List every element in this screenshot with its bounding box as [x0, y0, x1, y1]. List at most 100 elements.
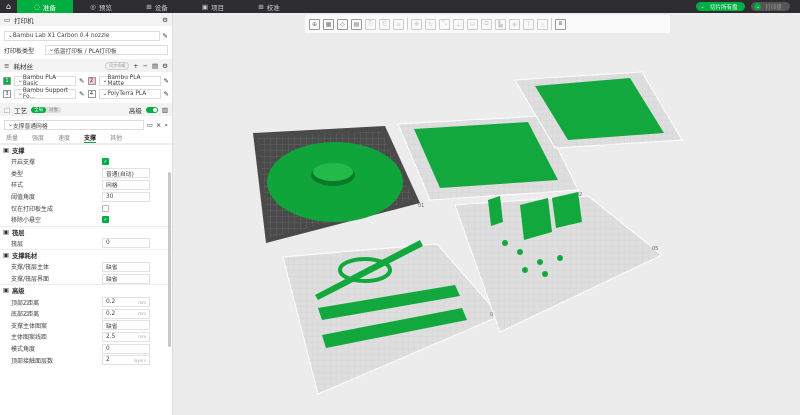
chevron-down-icon[interactable]: ⌄ — [754, 3, 762, 10]
tab-project[interactable]: ▣ 项目 — [185, 0, 241, 13]
support-icon: ▣ — [3, 147, 9, 154]
canvas-toolbar: ⊕ ▦ ◇ ▤ ⎘ ⎗ ≡ ✥ ↻ ⤡ ⏚ ⊟ ⧉ ▙ ◈ T ◬ ⧈ — [305, 15, 670, 33]
printer-icon: ▭ — [4, 15, 11, 24]
param-row: 顶部接触面层数 2 layers — [0, 354, 172, 366]
param-input[interactable]: 普通(自动) — [102, 168, 150, 179]
settings-icon[interactable]: ⚙ — [162, 16, 168, 24]
filament-item[interactable]: 3 ⌄ Bambu Support Fo... ✎ — [3, 88, 85, 100]
copy-icon[interactable]: ⎘ — [365, 18, 376, 30]
tab-calibrate[interactable]: ⊞ 校准 — [241, 0, 297, 13]
advanced-icon: ▣ — [3, 287, 9, 295]
lay-on-face-icon[interactable]: ⏚ — [453, 18, 464, 30]
group-header: ▣ 筏层 — [0, 225, 172, 238]
auto-orient-icon[interactable]: ◇ — [337, 18, 348, 30]
param-checkbox[interactable]: ✓ — [102, 158, 109, 166]
top-bar: ⌂ ◌ 准备 ◎ 预览 ⊞ 设备 ▣ 项目 ⊞ 校准 ⌄ 切片所有盘 ⌄ 打印盘 — [0, 0, 800, 13]
paste-icon[interactable]: ⎗ — [379, 18, 390, 30]
add-plate-icon[interactable]: ▦ — [323, 18, 334, 30]
left-panel-scrollbar[interactable] — [168, 172, 171, 347]
printer-select[interactable]: ⌄ Bambu Lab X1 Carbon 0.4 nozzle — [4, 31, 160, 41]
tab-preview[interactable]: ◎ 预览 — [73, 0, 129, 13]
param-input[interactable]: 0 — [102, 343, 150, 354]
group-header: ▣ 高级 — [0, 284, 172, 296]
edit-icon[interactable]: ✎ — [79, 90, 84, 98]
filament-icon: ≡ — [4, 61, 10, 70]
seam-paint-icon[interactable]: ◈ — [509, 18, 520, 30]
save-icon[interactable]: ▭ — [147, 121, 153, 129]
plate-04[interactable]: 04 — [282, 240, 501, 395]
device-icon: ⊞ — [146, 2, 152, 11]
sync-button[interactable]: 同步喷嘴 — [105, 61, 130, 70]
param-input[interactable]: 2.5 mm — [102, 331, 150, 342]
plate-number: 01 — [418, 203, 424, 209]
print-plate-button[interactable]: ⌄ 打印盘 — [751, 2, 790, 11]
param-input[interactable]: 缺省 — [102, 261, 150, 272]
param-row: 顶部Z距离 0.2 mm — [0, 296, 172, 308]
param-input[interactable]: 2 layers — [102, 355, 150, 366]
close-icon[interactable]: × — [156, 121, 161, 129]
color-paint-icon[interactable]: ◬ — [537, 18, 548, 30]
compare-icon[interactable]: ▥ — [162, 106, 168, 114]
tab-others[interactable]: 其他 — [110, 133, 122, 142]
cube-icon: ◌ — [34, 2, 40, 11]
left-panel: ▭ 打印机 ⚙ ⌄ Bambu Lab X1 Carbon 0.4 nozzle ✎ … — [0, 13, 173, 415]
param-checkbox[interactable] — [102, 204, 109, 212]
settings-icon[interactable]: ⚙ — [162, 62, 168, 70]
tab-support[interactable]: 支撑 — [84, 133, 97, 143]
support-paint-icon[interactable]: ▙ — [495, 18, 506, 30]
advanced-toggle[interactable] — [145, 106, 158, 113]
param-row: 开启支撑 ✓ — [11, 158, 109, 167]
home-icon[interactable]: ⌂ — [0, 0, 17, 13]
param-input[interactable]: 缺省 — [102, 320, 150, 331]
assembly-view-icon[interactable]: ⧈ — [555, 18, 566, 30]
remove-icon[interactable]: − — [143, 62, 148, 70]
param-input[interactable]: 缺省 — [102, 273, 150, 284]
param-input[interactable]: 30 — [102, 191, 150, 202]
add-object-icon[interactable]: ⊕ — [309, 18, 320, 30]
edit-icon[interactable]: ✎ — [79, 77, 84, 85]
edit-icon[interactable]: ✎ — [164, 90, 169, 98]
add-icon[interactable]: + — [133, 62, 138, 70]
param-row: 支撑/筏层界面 缺省 — [0, 273, 172, 285]
scale-icon[interactable]: ⤡ — [439, 18, 450, 30]
param-input[interactable]: 0 — [102, 238, 150, 249]
param-input[interactable]: 网格 — [102, 179, 150, 190]
tab-speed[interactable]: 速度 — [58, 133, 70, 142]
param-input[interactable]: 0.2 mm — [102, 297, 150, 308]
chevron-down-icon[interactable]: ⌄ — [698, 3, 706, 10]
filament-item[interactable]: 4 ⌄ PolyTerra PLA ✎ — [87, 88, 169, 99]
plate-01[interactable]: 01 — [253, 126, 424, 243]
cut-icon[interactable]: ⊟ — [467, 18, 478, 30]
edit-icon[interactable]: ✎ — [163, 32, 168, 40]
printer-section-header: ▭ 打印机 ⚙ — [0, 13, 172, 26]
param-row: 阈值角度 30 — [0, 191, 172, 203]
param-row: 支撑主体图案 缺省 — [0, 320, 172, 332]
global-object-toggle[interactable]: 全局 对象 — [31, 106, 62, 113]
boolean-icon[interactable]: ⧉ — [481, 18, 492, 30]
text-icon[interactable]: T — [523, 18, 534, 30]
param-row: 筏层 0 — [0, 238, 172, 250]
tab-device[interactable]: ⊞ 设备 — [129, 0, 185, 13]
process-preset-select[interactable]: ⌄ 支撑普通网格 — [4, 120, 144, 130]
process-section-header: ⬚ 工艺 全局 对象 高级 ▥ — [0, 103, 172, 116]
param-input[interactable]: 0.2 mm — [102, 308, 150, 319]
plate-type-select[interactable]: ⌄ 低温打印板 / PLA打印板 — [45, 45, 168, 55]
layers-icon[interactable]: ≡ — [393, 18, 404, 30]
param-checkbox[interactable]: ✓ — [102, 216, 109, 224]
filament-item[interactable]: 2 ⌄ Bambu PLA Matte ✎ — [87, 75, 169, 87]
move-icon[interactable]: ✥ — [411, 18, 422, 30]
search-icon[interactable]: ⌕ — [164, 121, 168, 130]
tab-quality[interactable]: 质量 — [6, 133, 18, 142]
tab-strength[interactable]: 强度 — [32, 133, 44, 142]
3d-viewport[interactable]: 01 02 04 05 — [173, 33, 800, 415]
filament-manage-icon[interactable]: ▤ — [152, 62, 158, 70]
slice-all-button[interactable]: ⌄ 切片所有盘 — [695, 2, 746, 11]
rotate-icon[interactable]: ↻ — [425, 18, 436, 30]
edit-icon[interactable]: ✎ — [164, 77, 169, 85]
tab-prepare[interactable]: ◌ 准备 — [17, 0, 73, 13]
filament-item[interactable]: 1 ⌄ Bambu PLA Basic ✎ — [3, 75, 85, 87]
param-row: 仅在打印板生成 — [0, 202, 172, 214]
group-header: ▣ 支撑 — [0, 144, 172, 156]
process-tabs: 质量 强度 速度 支撑 其他 — [0, 132, 172, 144]
arrange-icon[interactable]: ▤ — [351, 18, 362, 30]
